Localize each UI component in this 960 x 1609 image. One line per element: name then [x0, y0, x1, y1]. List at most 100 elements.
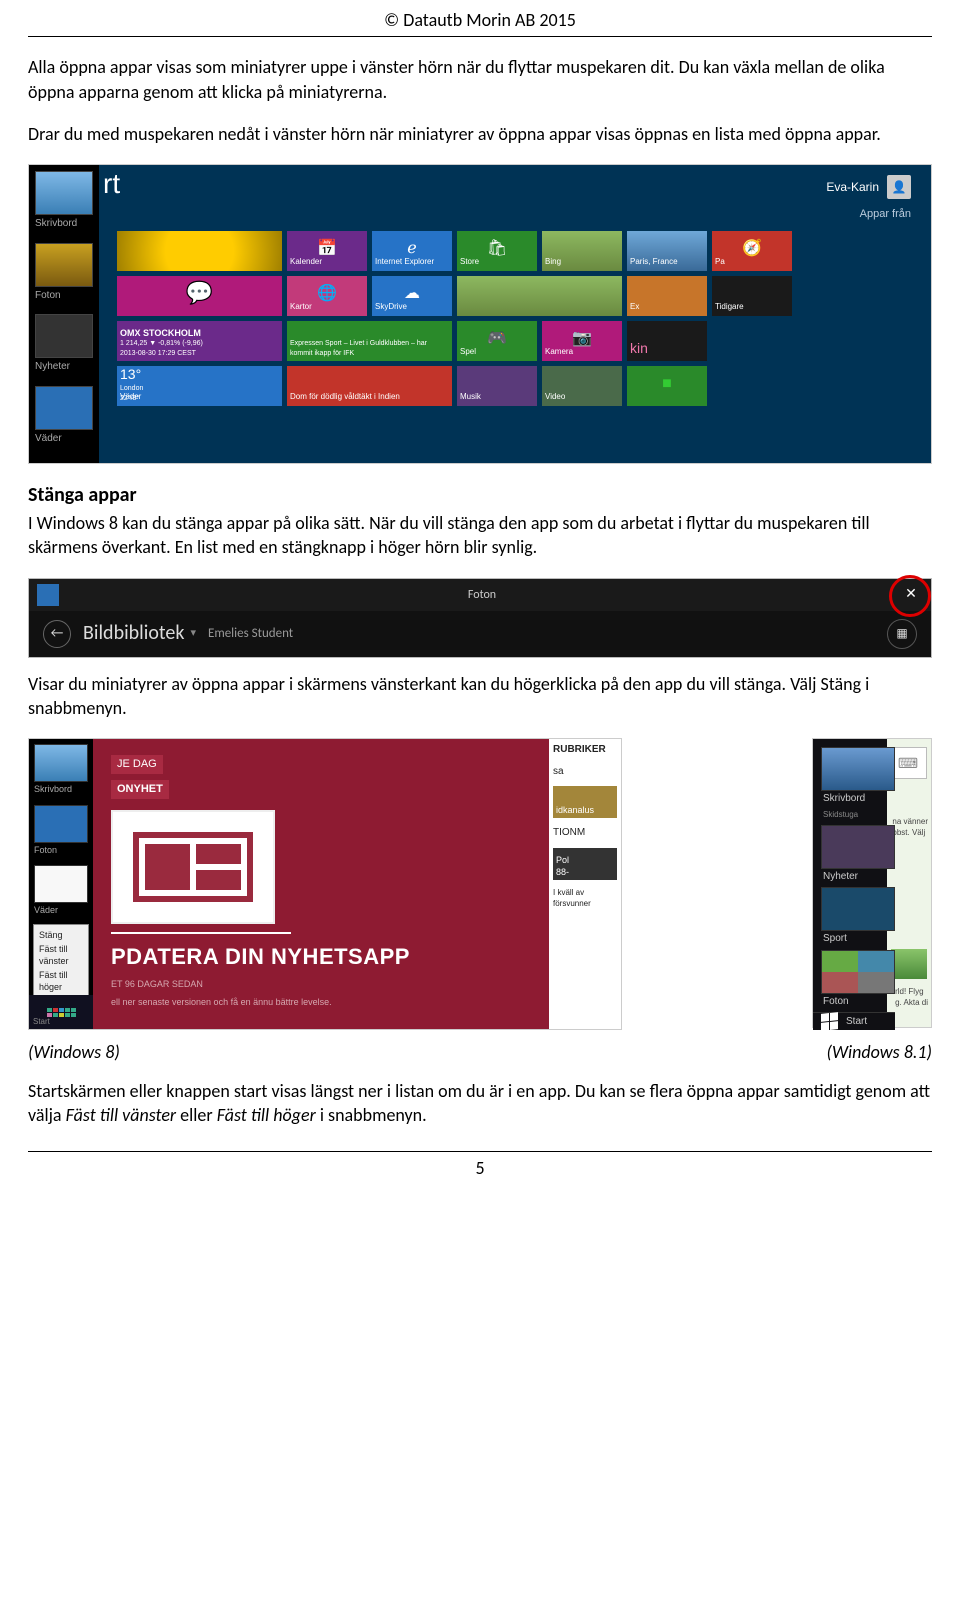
bg-text: rld! Flyg g. Akta di — [895, 987, 928, 1009]
sidebar-label: Väder — [35, 432, 93, 446]
section-close-apps: Stänga appar — [28, 482, 932, 509]
app-thumb-icon[interactable] — [37, 584, 59, 606]
switcher-label: Nyheter — [823, 870, 893, 884]
news-card[interactable]: idkanalus — [553, 786, 617, 818]
switcher-label: Foton — [823, 995, 893, 1009]
switcher-thumb[interactable] — [821, 747, 895, 791]
paragraph-4: Visar du miniatyrer av öppna appar i skä… — [28, 672, 932, 721]
tile-weather[interactable]: 13° London 22°/8° Väder — [117, 366, 282, 406]
news-badge: JE DAG — [111, 755, 163, 774]
tile-ex[interactable]: Ex — [627, 276, 707, 316]
switcher-label: Skrivbord — [823, 792, 893, 806]
paragraph-2: Drar du med muspekaren nedåt i vänster h… — [28, 122, 932, 146]
tile-kin[interactable]: kin — [627, 321, 707, 361]
sidebar-label: Nyheter — [35, 360, 93, 374]
tile-skydrive[interactable]: ☁SkyDrive — [372, 276, 452, 316]
tile-paris[interactable]: Paris, France — [627, 231, 707, 271]
sidebar-label: Skrivbord — [34, 783, 88, 795]
news-snippet: sa — [553, 765, 617, 779]
news-snippet: TIONM — [553, 826, 617, 840]
tile-maps[interactable]: 🌐Kartor — [287, 276, 367, 316]
caption-windows81: (Windows 8.1) — [827, 1040, 932, 1064]
app-titlebar: Foton ✕ — [29, 579, 931, 611]
user-name[interactable]: Eva-Karin — [826, 179, 879, 195]
paragraph-3: I Windows 8 kan du stänga appar på olika… — [28, 511, 932, 560]
start-label: Start — [33, 1017, 50, 1028]
start-tiles-grid: 📅Kalender ℯInternet Explorer 🛍Store Bing… — [117, 231, 931, 406]
close-button[interactable]: ✕ — [897, 581, 925, 609]
user-avatar-icon[interactable]: 👤 — [887, 175, 911, 199]
switcher-panel-figure: ⌨ na vänner bbst. Välj rld! Flyg g. Akta… — [812, 738, 932, 1028]
back-button[interactable]: ← — [43, 620, 71, 648]
switcher-thumb[interactable] — [821, 825, 895, 869]
tile-bing[interactable]: Bing — [542, 231, 622, 271]
news-app-main: JE DAG ONYHET PDATERA DIN NYHETSAPP ET 9… — [93, 739, 549, 1029]
start-screen-figure: Skrivbord Foton Nyheter Väder rt Eva-Kar… — [28, 164, 932, 464]
news-right-column: RUBRIKER sa idkanalus TIONM Pol88- I kvä… — [549, 739, 621, 1029]
tile-video[interactable]: Video — [542, 366, 622, 406]
tile-calendar[interactable]: 📅Kalender — [287, 231, 367, 271]
page-number: 5 — [28, 1151, 932, 1180]
tile-store[interactable]: 🛍Store — [457, 231, 537, 271]
sidebar-thumb[interactable] — [34, 744, 88, 782]
tile-sport[interactable]: Expressen Sport – Livet i Guldklubben – … — [287, 321, 452, 361]
tile-games[interactable]: 🎮Spel — [457, 321, 537, 361]
paragraph-5: Startskärmen eller knappen start visas l… — [28, 1079, 932, 1128]
tile-people[interactable]: 💬 — [117, 276, 282, 316]
start-title-fragment: rt — [103, 165, 120, 203]
sidebar-label: Foton — [35, 289, 93, 303]
news-body: ell ner senaste versionen och få en ännu… — [111, 996, 431, 1008]
sidebar-thumb[interactable] — [34, 805, 88, 843]
app-switcher-sidebar: Skrivbord Foton Väder Stäng Fäst till vä… — [29, 739, 93, 1029]
tile-xbox[interactable]: ■ — [627, 366, 707, 406]
news-badge: ONYHET — [111, 780, 169, 799]
library-subtitle: Emelies Student — [208, 625, 293, 643]
divider — [111, 932, 291, 934]
titlebar-figure: Foton ✕ ← Bildbibliotek ▾ Emelies Studen… — [28, 578, 932, 658]
sidebar-label: Foton — [34, 844, 88, 856]
context-menu: Stäng Fäst till vänster Fäst till höger — [33, 924, 89, 999]
column-header: RUBRIKER — [553, 743, 617, 757]
sidebar-thumb[interactable] — [35, 243, 93, 287]
start-button[interactable]: Start — [813, 1012, 895, 1030]
tile-tidigare[interactable]: Tidigare — [712, 276, 792, 316]
library-title[interactable]: Bildbibliotek — [83, 620, 184, 647]
tile-landscape[interactable] — [457, 276, 622, 316]
tile-stock[interactable]: OMX STOCKHOLM 1 214,25 ▼ -0,81% (-9,96) … — [117, 321, 282, 361]
paragraph-1: Alla öppna appar visas som miniatyrer up… — [28, 55, 932, 104]
news-sub: ET 96 DAGAR SEDAN — [111, 978, 431, 990]
caption-windows8: (Windows 8) — [28, 1040, 120, 1064]
chevron-down-icon[interactable]: ▾ — [190, 626, 196, 641]
windows-logo-icon — [821, 1012, 838, 1031]
sidebar-thumb[interactable] — [34, 865, 88, 903]
sidebar-label: Skrivbord — [35, 217, 93, 231]
sidebar-thumb[interactable] — [35, 171, 93, 215]
ctx-pin-left[interactable]: Fäst till vänster — [39, 942, 83, 968]
news-snippet: I kväll av försvunner — [553, 888, 617, 910]
sidebar-thumb[interactable] — [35, 386, 93, 430]
tile-compass[interactable]: 🧭Pa — [712, 231, 792, 271]
page-header: © Datautb Morin AB 2015 — [28, 8, 932, 37]
apps-from-label: Appar från — [860, 207, 911, 222]
tile-music[interactable]: Musik — [457, 366, 537, 406]
app-header: ← Bildbibliotek ▾ Emelies Student ▦ — [29, 611, 931, 657]
tile-camera[interactable]: 📷Kamera — [542, 321, 622, 361]
switcher-sublabel: Skidstuga — [823, 810, 893, 821]
tile-flowers[interactable] — [117, 231, 282, 271]
news-card[interactable]: Pol88- — [553, 848, 617, 880]
news-headline: PDATERA DIN NYHETSAPP — [111, 942, 531, 972]
switcher-thumb[interactable] — [821, 887, 895, 931]
switcher-label: Sport — [823, 932, 893, 946]
context-menu-figure: Skrivbord Foton Väder Stäng Fäst till vä… — [28, 738, 622, 1030]
ctx-pin-right[interactable]: Fäst till höger — [39, 968, 83, 994]
sidebar-label: Väder — [34, 904, 88, 916]
slideshow-button[interactable]: ▦ — [887, 619, 917, 649]
start-label: Start — [846, 1015, 867, 1029]
news-hero — [111, 810, 275, 924]
sidebar-thumb[interactable] — [35, 314, 93, 358]
tile-ie[interactable]: ℯInternet Explorer — [372, 231, 452, 271]
app-title: Foton — [67, 587, 897, 603]
tile-news[interactable]: Dom för dödlig våldtäkt i Indien — [287, 366, 452, 406]
ctx-close[interactable]: Stäng — [39, 928, 83, 942]
switcher-thumb[interactable] — [821, 950, 895, 994]
